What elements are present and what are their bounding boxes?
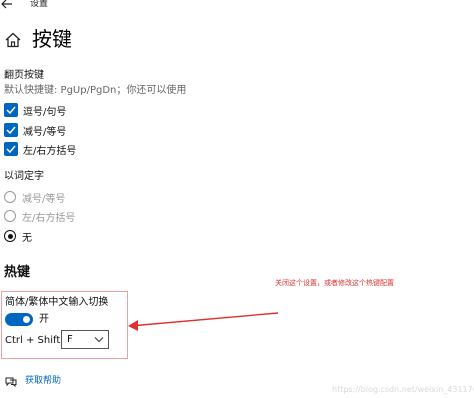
help-icon (5, 377, 17, 387)
back-arrow-icon[interactable] (0, 0, 14, 11)
hotkeys-heading: 热键 (4, 265, 31, 280)
simplified-traditional-switch-label: 简体/繁体中文输入切换 (5, 297, 109, 308)
radio-brackets[interactable]: 左/右方括号 (4, 208, 75, 224)
page-title: 按键 (32, 27, 72, 51)
select-candidate-heading: 以词定字 (4, 171, 44, 182)
checkbox-label: 逗号/句号 (23, 106, 67, 118)
window-title: 设置 (30, 0, 49, 9)
radio-label: 无 (22, 232, 32, 244)
hotkey-toggle-switch[interactable] (5, 313, 33, 326)
radio-label: 左/右方括号 (22, 212, 76, 224)
radio-none[interactable]: 无 (4, 228, 32, 244)
home-icon[interactable] (4, 31, 22, 49)
hotkey-key-value: F (67, 334, 73, 345)
toggle-state-label: 开 (39, 314, 49, 325)
arrow-icon (128, 312, 279, 331)
paging-keys-heading: 翻页按键 (4, 70, 44, 81)
checkbox-label: 左/右方括号 (23, 145, 77, 157)
radio-minus-equal[interactable]: 减号/等号 (4, 189, 65, 205)
checkmark-icon (6, 145, 16, 153)
toggle-knob (23, 316, 30, 323)
checkmark-icon (6, 126, 16, 134)
annotation-text: 关闭这个设置，或者修改这个热键配置 (275, 279, 394, 287)
checkbox-brackets[interactable]: 左/右方括号 (4, 141, 76, 157)
checkbox-minus-equal[interactable]: 减号/等号 (4, 122, 66, 138)
chevron-down-icon (94, 337, 104, 343)
radio-button[interactable] (4, 191, 16, 203)
radio-button-selected[interactable] (4, 230, 16, 242)
checkbox-checked[interactable] (4, 103, 18, 117)
watermark: https://blog.csdn.net/weixin_43117673 (332, 385, 474, 394)
checkmark-icon (6, 106, 16, 114)
hotkey-key-dropdown[interactable]: F (61, 330, 109, 349)
get-help-link[interactable]: 获取帮助 (25, 376, 61, 387)
radio-button[interactable] (4, 210, 16, 222)
checkbox-label: 减号/等号 (23, 126, 67, 138)
title-bar: 设置 (0, 0, 474, 10)
checkbox-checked[interactable] (4, 142, 18, 156)
checkbox-checked[interactable] (4, 123, 18, 137)
radio-label: 减号/等号 (22, 193, 66, 205)
checkbox-comma-period[interactable]: 逗号/句号 (4, 102, 66, 118)
paging-keys-description: 默认快捷键: PgUp/PgDn；你还可以使用 (4, 85, 187, 96)
